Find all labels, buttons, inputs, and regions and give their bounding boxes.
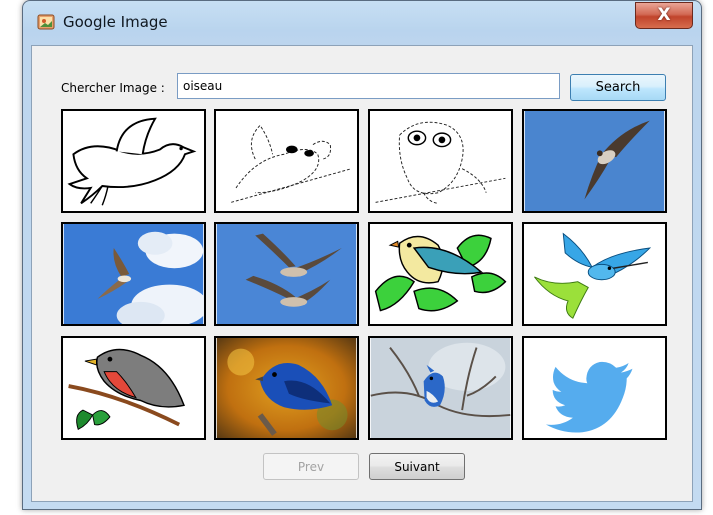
hummingbird-clipart-image — [524, 224, 665, 324]
next-button[interactable]: Suivant — [369, 453, 465, 480]
image-result-hummingbird-clipart[interactable] — [522, 222, 667, 326]
search-input[interactable] — [177, 73, 560, 99]
image-result-twitter-bird-logo[interactable] — [522, 336, 667, 440]
close-button[interactable]: X — [635, 2, 693, 29]
image-result-blue-jay-photo[interactable] — [368, 336, 513, 440]
image-result-robin-clipart[interactable] — [61, 336, 206, 440]
search-button[interactable]: Search — [570, 74, 666, 101]
prev-button[interactable]: Prev — [263, 453, 359, 480]
gull-photo-image — [63, 224, 204, 324]
image-result-indigo-bunting-photo[interactable] — [214, 336, 359, 440]
app-window: Google Image X Chercher Image : Search — [22, 0, 702, 510]
window-title: Google Image — [63, 13, 168, 31]
swift-photo-image — [524, 111, 665, 211]
image-result-gull-cloudy-sky[interactable] — [61, 222, 206, 326]
client-area: Chercher Image : Search — [31, 45, 693, 502]
app-icon — [37, 14, 55, 30]
bird-outline-image — [63, 111, 204, 211]
image-result-owl-sketch[interactable] — [368, 109, 513, 213]
image-result-bird-clipart-leaves[interactable] — [368, 222, 513, 326]
title-bar[interactable]: Google Image X — [23, 1, 701, 45]
geese-photo-image — [216, 224, 357, 324]
image-result-swift-blue-sky[interactable] — [522, 109, 667, 213]
blue-jay-photo-image — [370, 338, 511, 438]
image-result-bird-sketch-branch[interactable] — [214, 109, 359, 213]
image-result-bird-outline-drawing[interactable] — [61, 109, 206, 213]
search-label: Chercher Image : — [61, 81, 165, 95]
twitter-bird-icon — [524, 338, 665, 438]
owl-sketch-image — [370, 111, 511, 211]
robin-clipart-image — [63, 338, 204, 438]
image-result-geese-flying[interactable] — [214, 222, 359, 326]
indigo-bunting-photo-image — [216, 338, 357, 438]
close-icon: X — [657, 5, 671, 25]
bird-sketch-image — [216, 111, 357, 211]
bird-leaves-clipart-image — [370, 224, 511, 324]
